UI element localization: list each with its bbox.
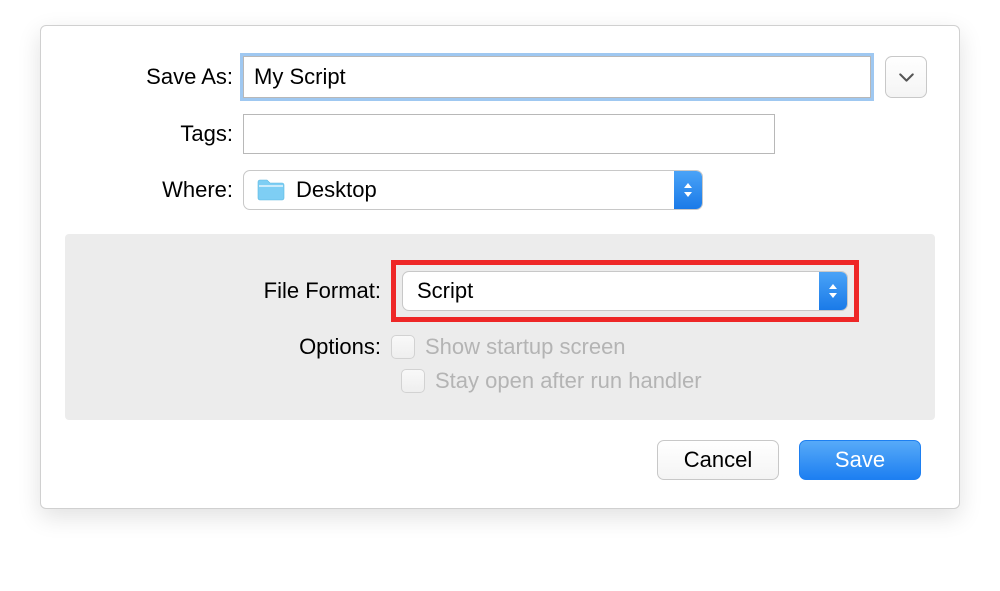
show-startup-checkbox[interactable] <box>391 335 415 359</box>
save-dialog: Save As: Tags: Where: Desktop <box>40 25 960 509</box>
folder-icon <box>256 178 286 202</box>
where-selected-text: Desktop <box>296 177 377 203</box>
file-format-row: File Format: Script <box>83 260 917 322</box>
cancel-button[interactable]: Cancel <box>657 440 779 480</box>
stay-open-label: Stay open after run handler <box>435 368 702 394</box>
file-format-selected-text: Script <box>417 278 473 304</box>
updown-arrows-icon <box>819 272 847 310</box>
where-label: Where: <box>73 177 243 203</box>
save-as-label: Save As: <box>73 64 243 90</box>
tags-input[interactable] <box>243 114 775 154</box>
dialog-buttons: Cancel Save <box>73 440 927 480</box>
chevron-down-icon <box>899 70 914 85</box>
tags-row: Tags: <box>73 114 927 154</box>
where-select[interactable]: Desktop <box>243 170 703 210</box>
show-startup-label: Show startup screen <box>425 334 626 360</box>
save-as-input[interactable] <box>243 56 871 98</box>
tags-label: Tags: <box>73 121 243 147</box>
options-row-1: Options: Show startup screen <box>83 334 917 360</box>
options-row-2: Stay open after run handler <box>83 368 917 394</box>
expand-button[interactable] <box>885 56 927 98</box>
file-format-highlight: Script <box>391 260 859 322</box>
where-row: Where: Desktop <box>73 170 927 210</box>
save-as-row: Save As: <box>73 56 927 98</box>
options-label: Options: <box>83 334 391 360</box>
options-panel: File Format: Script Options: Show startu… <box>65 234 935 420</box>
file-format-label: File Format: <box>83 278 391 304</box>
file-format-select[interactable]: Script <box>402 271 848 311</box>
stay-open-checkbox[interactable] <box>401 369 425 393</box>
updown-arrows-icon <box>674 171 702 209</box>
save-button[interactable]: Save <box>799 440 921 480</box>
